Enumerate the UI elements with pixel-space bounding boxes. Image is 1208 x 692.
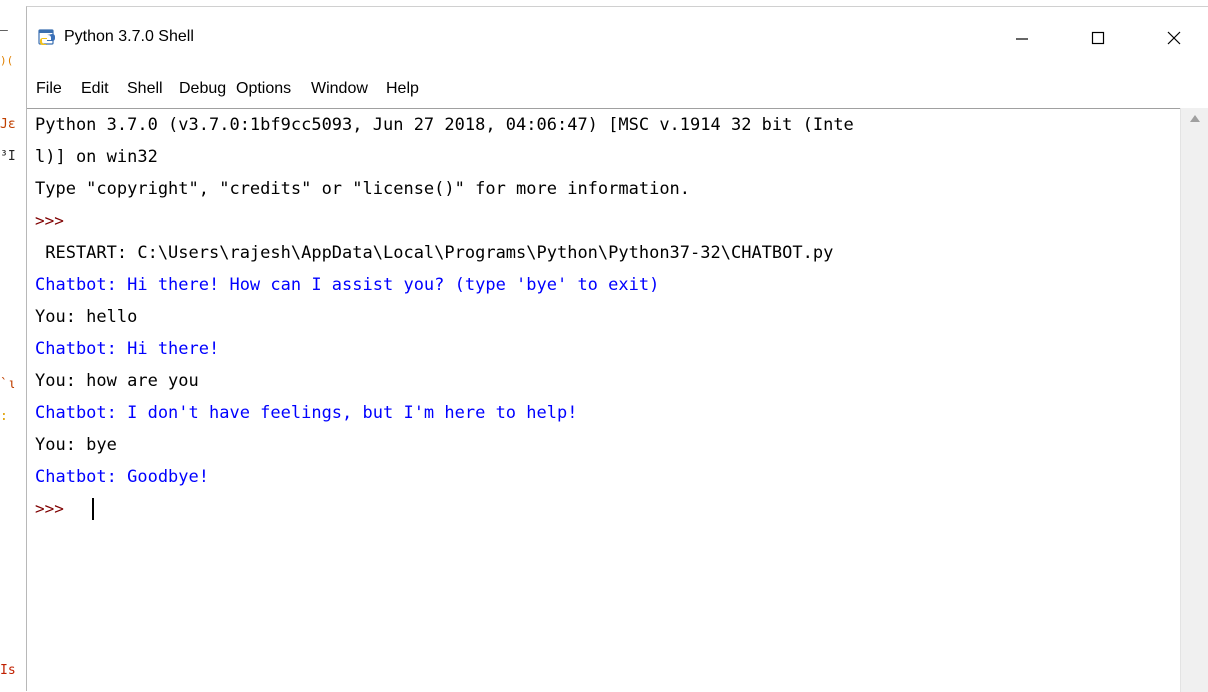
shell-header-line: l)] on win32 — [35, 147, 158, 167]
shell-text-area[interactable]: Python 3.7.0 (v3.7.0:1bf9cc5093, Jun 27 … — [27, 108, 1180, 692]
menu-shell[interactable]: Shell — [127, 80, 163, 98]
backdrop-fragment: ³I — [0, 149, 16, 164]
maximize-icon — [1091, 31, 1105, 45]
backdrop-fragment: — — [0, 23, 8, 38]
menu-file[interactable]: File — [36, 80, 62, 98]
chatbot-output-line: Chatbot: Hi there! — [35, 339, 220, 359]
shell-prompt: >>> — [35, 211, 64, 230]
minimize-icon — [1016, 38, 1028, 40]
vertical-scrollbar[interactable] — [1180, 108, 1208, 692]
title-bar[interactable]: Python 3.7.0 Shell — [27, 7, 1208, 71]
chatbot-output-line: Chatbot: Hi there! How can I assist you?… — [35, 275, 660, 295]
shell-header-line: Python 3.7.0 (v3.7.0:1bf9cc5093, Jun 27 … — [35, 115, 854, 135]
user-input-line: You: how are you — [35, 371, 199, 391]
shell-restart-line: RESTART: C:\Users\rajesh\AppData\Local\P… — [35, 243, 834, 263]
idle-shell-window: Python 3.7.0 Shell File Edit Shell Debug… — [26, 6, 1208, 692]
window-title: Python 3.7.0 Shell — [64, 28, 194, 45]
user-input-line: You: bye — [35, 435, 117, 455]
text-cursor — [92, 498, 94, 520]
scroll-up-arrow-icon[interactable] — [1189, 114, 1201, 124]
backdrop-fragment: Is — [0, 663, 16, 678]
shell-info-line: Type "copyright", "credits" or "license(… — [35, 179, 691, 199]
close-icon — [1167, 31, 1181, 45]
maximize-button[interactable] — [1075, 17, 1121, 59]
menu-options[interactable]: Options — [236, 80, 291, 98]
menu-window[interactable]: Window — [311, 80, 368, 98]
backdrop-fragment: `ι — [0, 377, 16, 392]
backdrop-fragment: Jε — [0, 117, 16, 132]
chatbot-output-line: Chatbot: Goodbye! — [35, 467, 209, 487]
close-button[interactable] — [1151, 17, 1197, 59]
backdrop-fragment: : — [0, 409, 8, 424]
menu-debug[interactable]: Debug — [179, 80, 226, 98]
shell-prompt: >>> — [35, 499, 64, 518]
background-window-edge: — )( Jε ³I `ι : Is — [0, 0, 26, 685]
user-input-line: You: hello — [35, 307, 138, 327]
minimize-button[interactable] — [999, 17, 1045, 59]
menu-bar: File Edit Shell Debug Options Window Hel… — [27, 71, 1208, 107]
backdrop-fragment: )( — [0, 54, 14, 67]
menu-edit[interactable]: Edit — [81, 80, 109, 98]
menu-help[interactable]: Help — [386, 80, 419, 98]
chatbot-output-line: Chatbot: I don't have feelings, but I'm … — [35, 403, 578, 423]
python-idle-icon[interactable] — [38, 27, 58, 47]
